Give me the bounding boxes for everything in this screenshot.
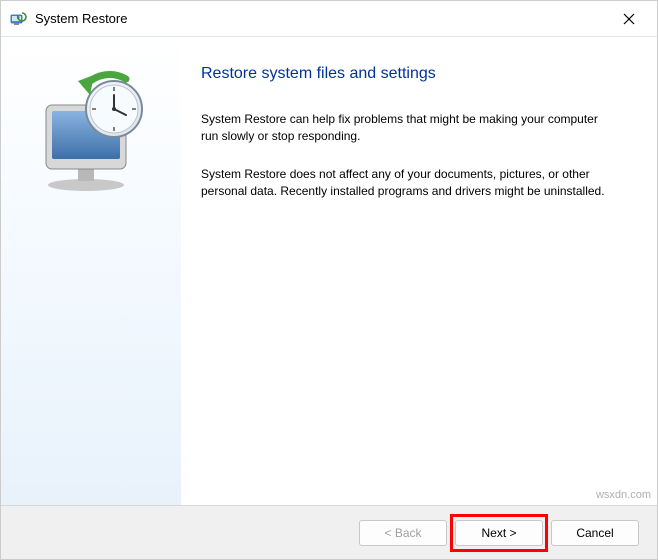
content-area: Restore system files and settings System…: [1, 37, 657, 505]
description-paragraph-2: System Restore does not affect any of yo…: [201, 166, 617, 201]
description-paragraph-1: System Restore can help fix problems tha…: [201, 111, 617, 146]
close-button[interactable]: [609, 4, 649, 34]
restore-illustration-icon: [26, 67, 156, 197]
sidebar: [1, 37, 181, 505]
close-icon: [623, 13, 635, 25]
watermark-text: wsxdn.com: [596, 489, 651, 501]
system-restore-icon: [9, 10, 27, 28]
back-button: < Back: [359, 520, 447, 546]
titlebar: System Restore: [1, 1, 657, 37]
cancel-button[interactable]: Cancel: [551, 520, 639, 546]
window-title: System Restore: [35, 11, 609, 26]
main-content: Restore system files and settings System…: [181, 37, 657, 505]
system-restore-window: System Restore: [0, 0, 658, 560]
next-button[interactable]: Next >: [455, 520, 543, 546]
page-heading: Restore system files and settings: [201, 65, 617, 83]
footer: < Back Next > Cancel: [1, 505, 657, 559]
